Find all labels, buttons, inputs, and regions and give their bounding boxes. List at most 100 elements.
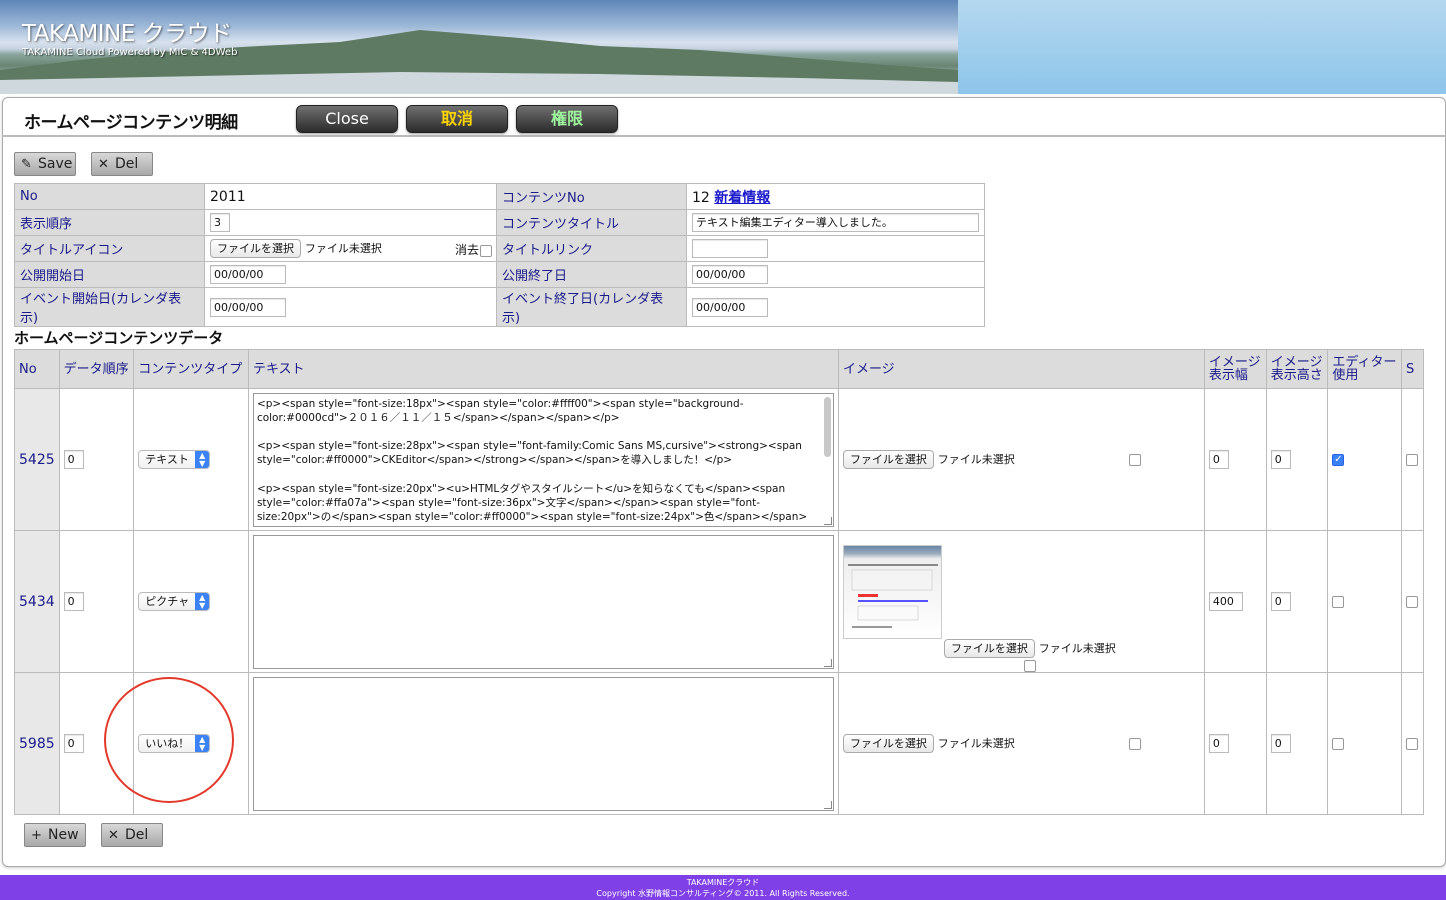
page-title: ホームページコンテンツ明細 <box>24 113 238 133</box>
col-order: データ順序 <box>58 349 135 389</box>
image-file-button[interactable]: ファイルを選択 <box>842 450 934 469</box>
image-file-button[interactable]: ファイルを選択 <box>842 734 934 753</box>
resize-grip[interactable] <box>823 658 832 667</box>
row-order-cell: 0 <box>58 530 135 673</box>
image-width-input[interactable]: 0 <box>1208 450 1229 469</box>
banner-title: TAKAMINE クラウド <box>22 21 232 47</box>
row-text-area[interactable] <box>252 534 834 669</box>
image-thumbnail <box>842 545 942 639</box>
col-image: イメージ <box>837 349 1205 389</box>
title-link-input[interactable] <box>692 239 768 258</box>
scrollbar[interactable] <box>823 396 831 457</box>
row-editor-cell <box>1327 530 1402 673</box>
image-height-input[interactable]: 0 <box>1270 450 1291 469</box>
row-text-cell <box>247 530 839 673</box>
title-icon-file-button[interactable]: ファイルを選択 <box>210 239 301 258</box>
chevron-updown-icon: ▲ ▼ <box>195 451 210 468</box>
row-image-cell: ファイルを選択 ファイル未選択 <box>837 530 1205 673</box>
col-editor: エディター使用 <box>1327 349 1402 389</box>
pub-end-cell: 00/00/00 <box>686 261 985 288</box>
image-file-status: ファイル未選択 <box>937 453 1015 466</box>
s-checkbox[interactable] <box>1405 596 1418 608</box>
image-delete-checkbox[interactable] <box>1128 737 1141 750</box>
footer-copyright: Copyright 水野情報コンサルティング© 2011. All Rights… <box>596 889 850 898</box>
content-no-label: コンテンツNo <box>496 183 687 210</box>
permission-button[interactable]: 権限 <box>516 105 618 133</box>
edit-icon: ✎ <box>21 157 32 172</box>
editor-checkbox[interactable]: ✓ <box>1332 454 1345 466</box>
row-height-cell: 0 <box>1265 672 1329 815</box>
event-end-input[interactable]: 00/00/00 <box>692 297 768 317</box>
content-no-cell: 12 新着情報 <box>686 183 985 210</box>
row-order-cell: 0 <box>58 388 135 531</box>
save-button[interactable]: ✎ Save <box>14 152 76 176</box>
resize-grip[interactable] <box>823 800 832 809</box>
close-icon: ✕ <box>108 828 119 843</box>
row-type-cell: テキスト ▲ ▼ <box>133 388 249 531</box>
content-no-link[interactable]: 新着情報 <box>714 190 770 206</box>
row-text-area[interactable]: <p><span style="font-size:18px"><span st… <box>252 392 834 527</box>
image-delete-checkbox[interactable] <box>1023 659 1036 672</box>
no-value: 2011 <box>204 183 497 210</box>
row-no: 5985 <box>14 672 60 815</box>
content-title-input[interactable]: テキスト編集エディター導入しました。 <box>692 213 979 232</box>
table-header-row: No データ順序 コンテンツタイプ テキスト イメージ イメージ表示幅 イメージ… <box>14 349 1425 389</box>
row-order-input[interactable]: 0 <box>63 450 84 469</box>
pub-start-input[interactable]: 00/00/00 <box>210 265 286 284</box>
image-height-input[interactable]: 0 <box>1270 734 1291 753</box>
row-order-input[interactable]: 0 <box>63 734 84 753</box>
close-button[interactable]: Close <box>296 105 398 133</box>
col-type: コンテンツタイプ <box>133 349 249 389</box>
row-image-cell: ファイルを選択 ファイル未選択 <box>837 672 1205 815</box>
pub-end-input[interactable]: 00/00/00 <box>692 265 768 284</box>
s-checkbox[interactable] <box>1405 454 1418 466</box>
pub-start-label: 公開開始日 <box>14 261 205 288</box>
row-type-select[interactable]: テキスト ▲ ▼ <box>138 450 211 469</box>
table-row: 5434 0 ピクチャ ▲ ▼ ファイルを選択 ファイル未選択 400 0 <box>14 530 1425 673</box>
row-type-cell: ピクチャ ▲ ▼ <box>133 530 249 673</box>
image-file-button[interactable]: ファイルを選択 <box>943 639 1035 658</box>
image-delete-checkbox[interactable] <box>1128 453 1141 466</box>
pub-start-cell: 00/00/00 <box>204 261 497 288</box>
header-form-table: No 2011 コンテンツNo 12 新着情報 表示順序 3 コンテンツタイトル… <box>14 183 985 327</box>
new-button[interactable]: + New <box>24 823 86 847</box>
chevron-updown-icon: ▲ ▼ <box>195 593 210 610</box>
content-title-cell: テキスト編集エディター導入しました。 <box>686 209 985 236</box>
event-end-label: イベント終了日(カレンダ表示) <box>496 287 687 327</box>
erase-checkbox[interactable] <box>480 244 492 257</box>
col-width: イメージ表示幅 <box>1203 349 1267 389</box>
resize-grip[interactable] <box>823 516 832 525</box>
section-title: ホームページコンテンツデータ <box>14 329 224 347</box>
col-no: No <box>14 349 60 389</box>
row-text-cell: <p><span style="font-size:18px"><span st… <box>247 388 839 531</box>
row-editor-cell: ✓ <box>1327 388 1402 531</box>
image-width-input[interactable]: 0 <box>1208 734 1229 753</box>
row-type-select[interactable]: ピクチャ ▲ ▼ <box>138 592 211 611</box>
row-delete-button[interactable]: ✕ Del <box>101 823 163 847</box>
image-height-input[interactable]: 0 <box>1270 592 1291 611</box>
editor-checkbox[interactable] <box>1332 738 1345 750</box>
col-height: イメージ表示高さ <box>1265 349 1329 389</box>
delete-button[interactable]: ✕ Del <box>91 152 153 176</box>
event-start-label: イベント開始日(カレンダ表示) <box>14 287 205 327</box>
content-no-value: 12 <box>692 189 710 206</box>
row-height-cell: 0 <box>1265 530 1329 673</box>
image-width-input[interactable]: 400 <box>1208 592 1243 611</box>
image-file-status: ファイル未選択 <box>1038 642 1116 655</box>
row-order-input[interactable]: 0 <box>63 592 84 611</box>
row-width-cell: 0 <box>1203 388 1267 531</box>
row-text-area[interactable] <box>252 676 834 811</box>
order-label: 表示順序 <box>14 209 205 236</box>
col-text: テキスト <box>247 349 839 389</box>
order-input[interactable]: 3 <box>210 213 230 232</box>
erase-field: 消去 <box>455 241 492 258</box>
title-icon-file-status: ファイル未選択 <box>304 242 382 255</box>
order-cell: 3 <box>204 209 497 236</box>
banner: TAKAMINE クラウド TAKAMINE Cloud Powered by … <box>0 0 1446 94</box>
cancel-button[interactable]: 取消 <box>406 105 508 133</box>
s-checkbox[interactable] <box>1405 738 1418 750</box>
event-start-input[interactable]: 00/00/00 <box>210 297 286 317</box>
editor-checkbox[interactable] <box>1332 596 1345 608</box>
row-image-cell: ファイルを選択 ファイル未選択 <box>837 388 1205 531</box>
row-no: 5425 <box>14 388 60 531</box>
